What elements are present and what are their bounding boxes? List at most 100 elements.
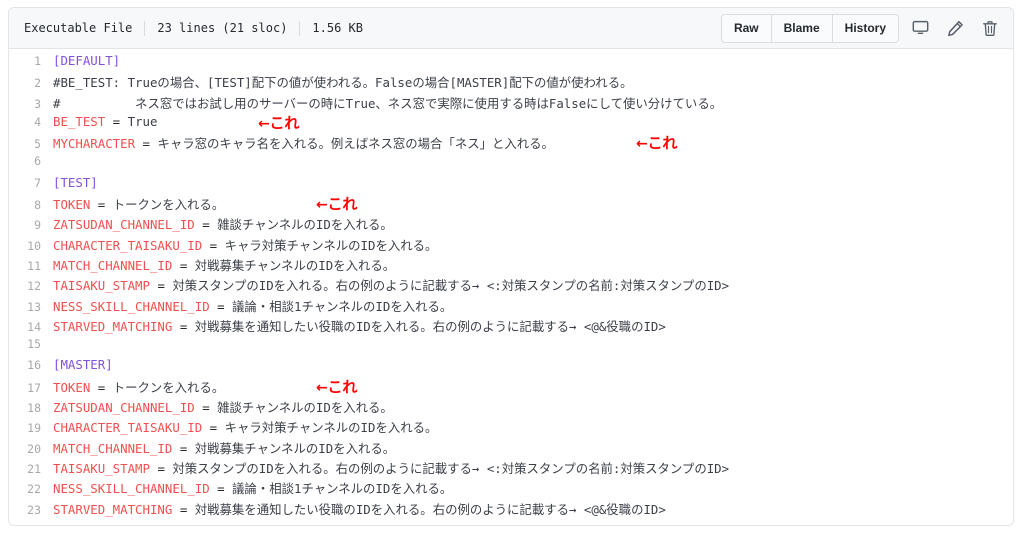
line-content: BE_TEST = True ←これ xyxy=(53,113,1013,132)
ini-value: キャラ窓のキャラ名を入れる。例えばネス窓の場合「ネス」と入れる。 xyxy=(157,136,554,152)
code-line: 19 CHARACTER_TAISAKU_ID = キャラ対策チャンネルのIDを入… xyxy=(9,418,1013,438)
line-content: STARVED_MATCHING = 対戦募集を通知したい役職のIDを入れる。右… xyxy=(53,317,1013,335)
desktop-icon[interactable] xyxy=(906,14,934,42)
line-content: TAISAKU_STAMP = 対策スタンプのIDを入れる。右の例のように記載す… xyxy=(53,276,1013,294)
line-content: CHARACTER_TAISAKU_ID = キャラ対策チャンネルのIDを入れる… xyxy=(53,236,1013,254)
code-line: 6 xyxy=(9,154,1013,174)
line-content: NESS_SKILL_CHANNEL_ID = 議論・相談1チャンネルのIDを入… xyxy=(53,297,1013,315)
meta-divider-2 xyxy=(299,20,301,36)
ini-equals: = xyxy=(172,257,195,273)
line-number[interactable]: 13 xyxy=(9,300,53,314)
line-number[interactable]: 8 xyxy=(9,198,53,212)
ini-key: BE_TEST xyxy=(53,113,106,129)
ini-key: TAISAKU_STAMP xyxy=(53,278,150,294)
red-annotation: ←これ xyxy=(636,132,677,153)
blame-button[interactable]: Blame xyxy=(770,14,832,42)
line-content: #BE_TEST: Trueの場合、[TEST]配下の値が使われる。Falseの… xyxy=(53,73,1013,91)
ini-value: 対戦募集を通知したい役職のIDを入れる。右の例のように記載する→ <@&役職のI… xyxy=(194,501,666,517)
line-content: ZATSUDAN_CHANNEL_ID = 雑談チャンネルのIDを入れる。 xyxy=(53,215,1013,233)
code-line: 16 [MASTER] xyxy=(9,357,1013,377)
ini-equals: = xyxy=(149,278,173,294)
line-number[interactable]: 12 xyxy=(9,279,53,293)
file-view-button-group: Raw Blame History xyxy=(720,13,899,43)
meta-divider-1 xyxy=(144,20,146,36)
annotation-label: これ xyxy=(327,196,358,214)
annotation-arrow-icon: ← xyxy=(258,115,270,132)
line-number[interactable]: 2 xyxy=(9,76,53,90)
ini-equals: = xyxy=(135,136,158,152)
code-line: 1 [DEFAULT] xyxy=(9,53,1013,73)
code-line: 13 NESS_SKILL_CHANNEL_ID = 議論・相談1チャンネルのID… xyxy=(9,297,1013,317)
line-content: [MASTER] xyxy=(53,357,1013,372)
line-number[interactable]: 17 xyxy=(9,381,53,395)
pencil-icon[interactable] xyxy=(941,14,969,42)
line-number[interactable]: 11 xyxy=(9,259,53,273)
line-count-label: 23 lines (21 sloc) xyxy=(157,21,288,35)
line-number[interactable]: 23 xyxy=(9,503,53,517)
line-number[interactable]: 9 xyxy=(9,218,53,232)
trash-icon[interactable] xyxy=(976,14,1004,42)
ini-equals: = xyxy=(149,460,173,476)
ini-value: 対戦募集チャンネルのIDを入れる。 xyxy=(194,257,396,273)
red-annotation: ←これ xyxy=(258,112,299,133)
line-number[interactable]: 6 xyxy=(9,154,53,168)
ini-key: TAISAKU_STAMP xyxy=(53,460,150,476)
line-number[interactable]: 19 xyxy=(9,421,53,435)
ini-value: 対策スタンプのIDを入れる。右の例のように記載する→ <:対策スタンプの名前:対… xyxy=(172,460,730,476)
ini-equals: = xyxy=(194,400,218,416)
file-header-bar: Executable File 23 lines (21 sloc) 1.56 … xyxy=(9,8,1013,49)
ini-section-header: [TEST] xyxy=(53,174,98,190)
code-line: 5 MYCHARACTER = キャラ窓のキャラ名を入れる。例えばネス窓の場合「ネ… xyxy=(9,134,1013,154)
ini-key: MATCH_CHANNEL_ID xyxy=(53,257,173,273)
ini-equals: = xyxy=(172,501,195,517)
code-line: 11 MATCH_CHANNEL_ID = 対戦募集チャンネルのIDを入れる。 xyxy=(9,256,1013,276)
line-content: TOKEN = トークンを入れる。 ←これ xyxy=(53,195,1013,213)
line-content: [TEST] xyxy=(53,175,1013,190)
ini-value: キャラ対策チャンネルのIDを入れる。 xyxy=(224,237,438,253)
file-type-label: Executable File xyxy=(24,21,133,35)
line-number[interactable]: 5 xyxy=(9,137,53,151)
line-content: MATCH_CHANNEL_ID = 対戦募集チャンネルのIDを入れる。 xyxy=(53,439,1013,457)
ini-key: STARVED_MATCHING xyxy=(53,501,173,517)
line-number[interactable]: 1 xyxy=(9,54,53,68)
line-number[interactable]: 22 xyxy=(9,482,53,496)
line-number[interactable]: 14 xyxy=(9,320,53,334)
ini-comment: #BE_TEST: Trueの場合、[TEST]配下の値が使われる。Falseの… xyxy=(53,75,633,91)
history-button[interactable]: History xyxy=(831,14,898,42)
line-number[interactable]: 4 xyxy=(9,115,53,129)
line-number[interactable]: 10 xyxy=(9,239,53,253)
line-number[interactable]: 15 xyxy=(9,337,53,351)
ini-key: NESS_SKILL_CHANNEL_ID xyxy=(53,481,210,497)
ini-equals: = xyxy=(209,298,233,314)
ini-value: 議論・相談1チャンネルのIDを入れる。 xyxy=(232,298,453,314)
code-line: 17 TOKEN = トークンを入れる。 ←これ xyxy=(9,378,1013,398)
ini-value: トークンを入れる。 xyxy=(112,379,225,395)
raw-button[interactable]: Raw xyxy=(721,14,771,42)
ini-value: 対戦募集チャンネルのIDを入れる。 xyxy=(194,440,396,456)
ini-equals: = xyxy=(105,113,128,129)
code-line: 21 TAISAKU_STAMP = 対策スタンプのIDを入れる。右の例のように記… xyxy=(9,459,1013,479)
line-number[interactable]: 16 xyxy=(9,358,53,372)
ini-key: CHARACTER_TAISAKU_ID xyxy=(53,420,203,436)
file-size-label: 1.56 KB xyxy=(312,21,363,35)
line-number[interactable]: 3 xyxy=(9,97,53,111)
line-number[interactable]: 21 xyxy=(9,462,53,476)
code-line: 20 MATCH_CHANNEL_ID = 対戦募集チャンネルのIDを入れる。 xyxy=(9,439,1013,459)
red-annotation: ←これ xyxy=(316,376,357,397)
ini-key: MATCH_CHANNEL_ID xyxy=(53,440,173,456)
code-line: 18 ZATSUDAN_CHANNEL_ID = 雑談チャンネルのIDを入れる。 xyxy=(9,398,1013,418)
ini-value: 雑談チャンネルのIDを入れる。 xyxy=(217,400,393,416)
annotation-label: これ xyxy=(269,114,300,132)
code-line: 12 TAISAKU_STAMP = 対策スタンプのIDを入れる。右の例のように記… xyxy=(9,276,1013,296)
code-line: 14 STARVED_MATCHING = 対戦募集を通知したい役職のIDを入れる… xyxy=(9,317,1013,337)
code-line: 3 # ネス窓ではお試し用のサーバーの時にTrue、ネス窓で実際に使用する時はFa… xyxy=(9,94,1013,114)
line-number[interactable]: 18 xyxy=(9,401,53,415)
line-content: MYCHARACTER = キャラ窓のキャラ名を入れる。例えばネス窓の場合「ネス… xyxy=(53,134,1013,152)
file-action-toolbar: Raw Blame History xyxy=(720,13,1004,43)
ini-key: MYCHARACTER xyxy=(53,136,136,152)
ini-equals: = xyxy=(172,318,195,334)
line-number[interactable]: 7 xyxy=(9,176,53,190)
line-number[interactable]: 20 xyxy=(9,442,53,456)
ini-key: ZATSUDAN_CHANNEL_ID xyxy=(53,400,195,416)
code-content: 1 [DEFAULT] 2 #BE_TEST: Trueの場合、[TEST]配下の値が… xyxy=(9,49,1013,525)
